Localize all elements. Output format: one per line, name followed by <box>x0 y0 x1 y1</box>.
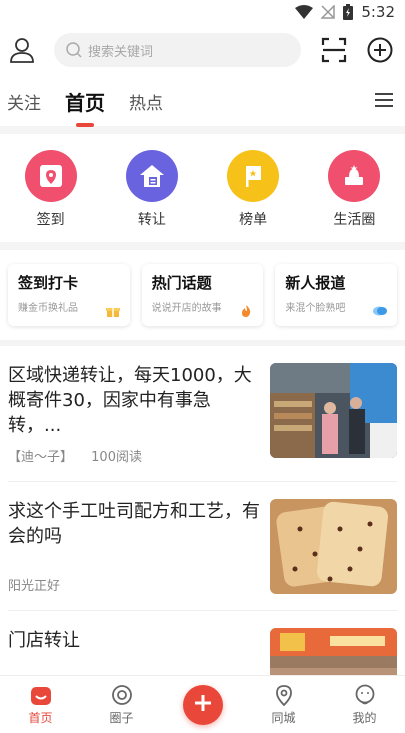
search-icon <box>66 42 82 58</box>
profile-icon <box>355 684 374 704</box>
post-item[interactable]: 求这个手工吐司配方和工艺，有会的吗 阳光正好 <box>8 482 397 611</box>
quick-entries: 签到 转让 榜单 生活圈 <box>0 134 405 242</box>
post-reads: 100阅读 <box>91 450 142 465</box>
card-checkin[interactable]: 签到打卡 赚金币换礼品 <box>8 264 130 326</box>
card-hot-topic[interactable]: 热门话题 说说开店的故事 <box>142 264 264 326</box>
publish-plus-icon <box>182 684 223 725</box>
tab-follow[interactable]: 关注 <box>7 89 41 114</box>
map-checkin-icon <box>24 150 77 202</box>
quick-checkin[interactable]: 签到 <box>16 150 86 234</box>
post-thumbnail[interactable] <box>270 363 397 458</box>
search-placeholder: 搜索关键词 <box>88 44 154 60</box>
chat-icon <box>373 306 388 316</box>
signal-icon <box>321 5 336 19</box>
post-title: 求这个手工吐司配方和工艺，有会的吗 <box>8 501 260 547</box>
wifi-icon <box>295 5 314 19</box>
bottom-nav: 首页 圈子 同城 我的 <box>0 675 405 733</box>
home-icon <box>30 686 51 705</box>
post-meta: 【迪～子】 100阅读 <box>8 446 260 465</box>
search-input[interactable]: 搜索关键词 <box>54 33 301 67</box>
nav-local[interactable]: 同城 <box>254 684 314 726</box>
nav-publish[interactable] <box>173 684 233 725</box>
tab-bar: 关注 首页 热点 <box>0 76 405 127</box>
scan-icon[interactable] <box>321 37 347 63</box>
top-bar: 搜索关键词 <box>0 24 405 76</box>
fire-icon <box>242 305 251 317</box>
post-text: 区域快递转让，每天1000，大概寄件30，因家中有事急转，... 【迪～子】 1… <box>8 363 270 465</box>
post-title: 门店转让 <box>8 630 80 651</box>
nav-home[interactable]: 首页 <box>11 684 71 726</box>
quick-ranking[interactable]: 榜单 <box>218 150 288 234</box>
tab-home[interactable]: 首页 <box>65 87 105 127</box>
tab-hot[interactable]: 热点 <box>129 89 163 114</box>
nav-me[interactable]: 我的 <box>335 684 395 726</box>
post-title: 区域快递转让，每天1000，大概寄件30，因家中有事急转，... <box>8 365 252 436</box>
post-author: 阳光正好 <box>8 579 61 594</box>
quick-life-circle[interactable]: 生活圈 <box>319 150 389 234</box>
tab-underline <box>76 122 94 127</box>
circle-icon <box>111 684 132 705</box>
post-thumbnail[interactable] <box>270 499 397 594</box>
status-bar: 5:32 <box>0 0 405 24</box>
home-transfer-icon <box>125 150 178 202</box>
menu-icon[interactable] <box>375 92 393 108</box>
status-time: 5:32 <box>361 3 395 21</box>
post-text: 求这个手工吐司配方和工艺，有会的吗 阳光正好 <box>8 499 270 594</box>
post-author: 【迪～子】 <box>8 450 74 465</box>
divider <box>0 126 405 134</box>
gift-icon <box>105 308 120 317</box>
nav-circle[interactable]: 圈子 <box>92 684 152 726</box>
divider <box>0 242 405 250</box>
topic-cards: 签到打卡 赚金币换礼品 热门话题 说说开店的故事 新人报道 来混个脸熟吧 <box>0 250 405 340</box>
post-item[interactable]: 区域快递转让，每天1000，大概寄件30，因家中有事急转，... 【迪～子】 1… <box>8 346 397 482</box>
quick-transfer[interactable]: 转让 <box>117 150 187 234</box>
card-newcomer[interactable]: 新人报道 来混个脸熟吧 <box>275 264 397 326</box>
user-icon[interactable] <box>8 36 36 64</box>
location-icon <box>275 684 292 706</box>
post-meta: 阳光正好 <box>8 575 260 594</box>
hat-icon <box>328 150 381 202</box>
add-circle-icon[interactable] <box>367 37 393 63</box>
flag-icon <box>227 150 280 202</box>
battery-icon <box>343 4 354 20</box>
